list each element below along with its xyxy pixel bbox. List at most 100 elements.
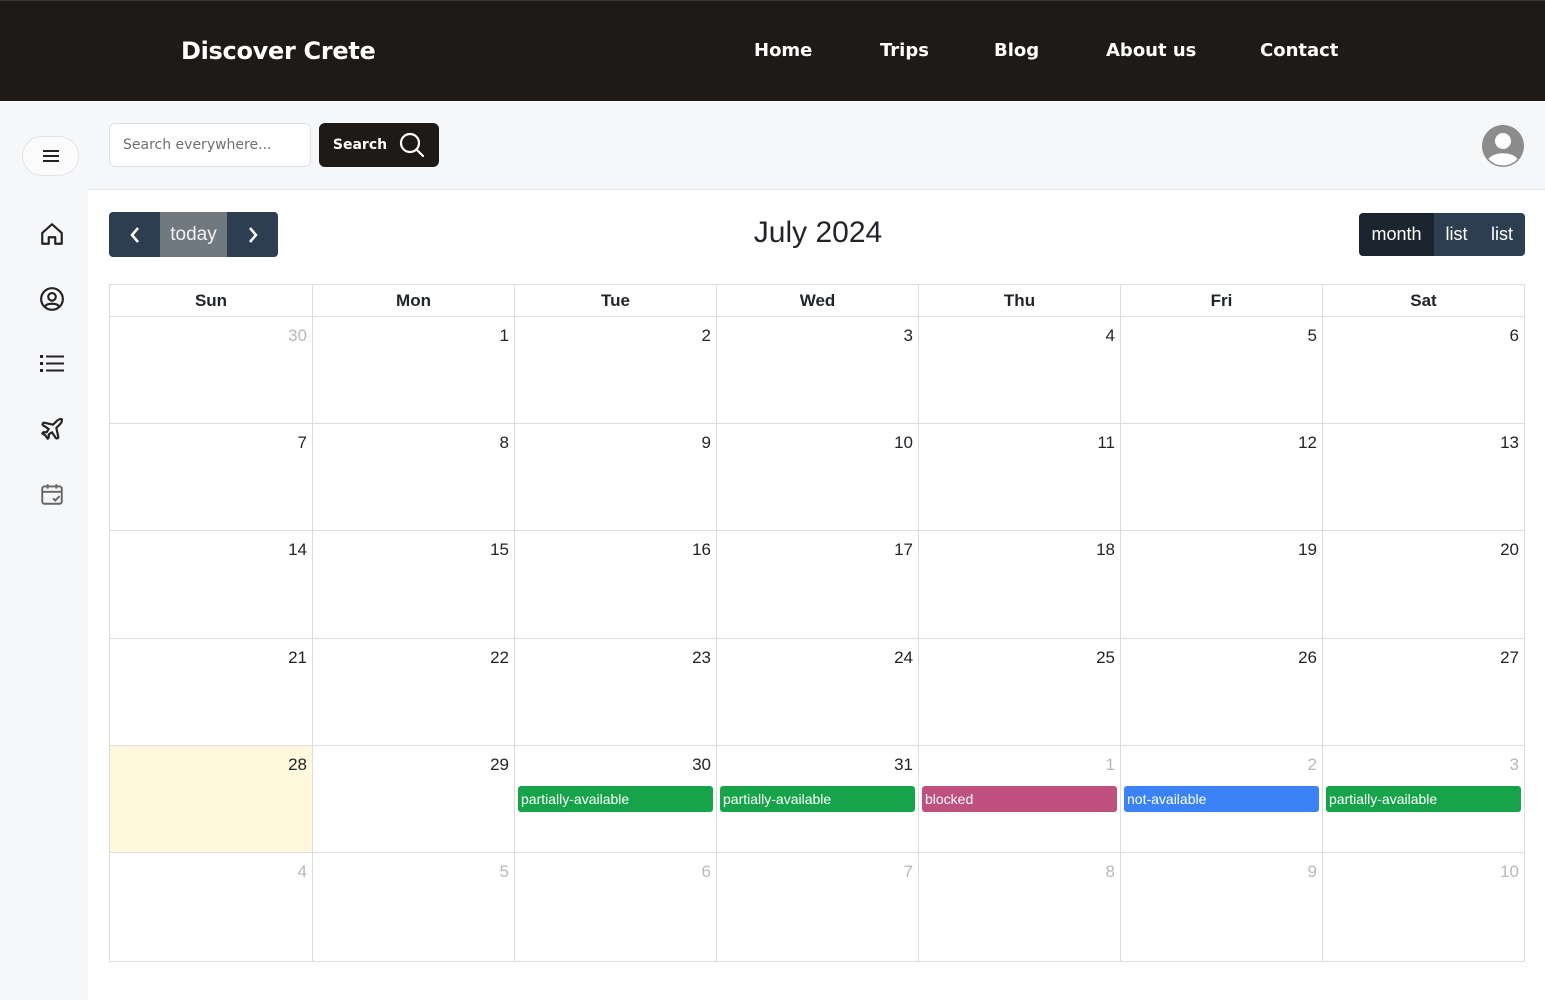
day-cell[interactable]: 13 <box>1323 424 1524 531</box>
day-cell[interactable]: 23 <box>515 639 717 746</box>
day-number[interactable]: 30 <box>288 326 307 346</box>
day-cell[interactable]: 6 <box>1323 317 1524 424</box>
nav-contact[interactable]: Contact <box>1260 40 1338 61</box>
day-cell[interactable]: 1 blocked <box>919 746 1121 853</box>
day-number[interactable]: 13 <box>1500 433 1519 453</box>
today-button[interactable]: today <box>160 212 227 257</box>
day-number[interactable]: 3 <box>1510 755 1519 775</box>
day-number[interactable]: 30 <box>692 755 711 775</box>
sidebar-item-home[interactable] <box>38 220 66 248</box>
day-number[interactable]: 2 <box>702 326 711 346</box>
day-cell[interactable]: 6 <box>515 853 717 961</box>
sidebar-item-list[interactable] <box>38 350 66 378</box>
day-cell[interactable]: 18 <box>919 531 1121 639</box>
day-cell[interactable]: 11 <box>919 424 1121 531</box>
day-cell[interactable]: 7 <box>717 853 919 961</box>
day-number[interactable]: 31 <box>894 755 913 775</box>
day-number[interactable]: 7 <box>298 433 307 453</box>
day-number[interactable]: 9 <box>1308 862 1317 882</box>
day-cell[interactable]: 31 partially-available <box>717 746 919 853</box>
prev-month-button[interactable] <box>109 212 160 257</box>
view-list-button[interactable]: list <box>1434 213 1479 256</box>
calendar-event[interactable]: partially-available <box>518 786 713 812</box>
day-number[interactable]: 9 <box>702 433 711 453</box>
day-cell[interactable]: 16 <box>515 531 717 639</box>
day-number[interactable]: 6 <box>1510 326 1519 346</box>
view-list-button-2[interactable]: list <box>1479 213 1525 256</box>
day-cell[interactable]: 19 <box>1121 531 1323 639</box>
day-cell[interactable]: 2 <box>515 317 717 424</box>
day-cell[interactable]: 10 <box>1323 853 1524 961</box>
sidebar-item-profile[interactable] <box>38 285 66 313</box>
day-cell[interactable]: 10 <box>717 424 919 531</box>
day-cell[interactable]: 22 <box>313 639 515 746</box>
day-cell[interactable]: 3 partially-available <box>1323 746 1524 853</box>
sidebar-item-trips[interactable] <box>38 415 66 443</box>
day-cell[interactable]: 15 <box>313 531 515 639</box>
day-number[interactable]: 4 <box>1106 326 1115 346</box>
day-number[interactable]: 5 <box>500 862 509 882</box>
day-cell[interactable]: 21 <box>110 639 313 746</box>
day-cell[interactable]: 20 <box>1323 531 1524 639</box>
nav-about-us[interactable]: About us <box>1106 40 1196 61</box>
day-number[interactable]: 6 <box>702 862 711 882</box>
nav-trips[interactable]: Trips <box>880 40 929 61</box>
day-number[interactable]: 10 <box>894 433 913 453</box>
day-cell[interactable]: 30 <box>110 317 313 424</box>
day-cell[interactable]: 27 <box>1323 639 1524 746</box>
day-number[interactable]: 10 <box>1500 862 1519 882</box>
day-cell[interactable]: 12 <box>1121 424 1323 531</box>
day-cell[interactable]: 9 <box>515 424 717 531</box>
search-input[interactable] <box>109 123 311 167</box>
calendar-event[interactable]: partially-available <box>1326 786 1521 812</box>
day-number[interactable]: 14 <box>288 540 307 560</box>
day-number[interactable]: 3 <box>904 326 913 346</box>
day-cell[interactable]: 30 partially-available <box>515 746 717 853</box>
day-cell[interactable]: 4 <box>110 853 313 961</box>
day-cell[interactable]: 29 <box>313 746 515 853</box>
day-number[interactable]: 22 <box>490 648 509 668</box>
day-cell[interactable]: 8 <box>313 424 515 531</box>
day-cell[interactable]: 25 <box>919 639 1121 746</box>
day-cell[interactable]: 1 <box>313 317 515 424</box>
day-number[interactable]: 25 <box>1096 648 1115 668</box>
day-cell[interactable]: 14 <box>110 531 313 639</box>
nav-blog[interactable]: Blog <box>994 40 1039 61</box>
day-cell[interactable]: 5 <box>313 853 515 961</box>
calendar-event[interactable]: blocked <box>922 786 1117 812</box>
day-cell-today[interactable]: 28 <box>110 746 313 853</box>
day-number[interactable]: 8 <box>500 433 509 453</box>
day-cell[interactable]: 8 <box>919 853 1121 961</box>
day-number[interactable]: 8 <box>1106 862 1115 882</box>
view-month-button[interactable]: month <box>1359 213 1434 256</box>
day-number[interactable]: 26 <box>1298 648 1317 668</box>
day-number[interactable]: 23 <box>692 648 711 668</box>
day-number[interactable]: 1 <box>1106 755 1115 775</box>
day-number[interactable]: 12 <box>1298 433 1317 453</box>
day-cell[interactable]: 2 not-available <box>1121 746 1323 853</box>
day-number[interactable]: 19 <box>1298 540 1317 560</box>
sidebar-item-calendar[interactable] <box>38 480 66 508</box>
calendar-event[interactable]: not-available <box>1124 786 1319 812</box>
day-number[interactable]: 16 <box>692 540 711 560</box>
day-cell[interactable]: 4 <box>919 317 1121 424</box>
day-number[interactable]: 24 <box>894 648 913 668</box>
next-month-button[interactable] <box>227 212 278 257</box>
day-number[interactable]: 2 <box>1308 755 1317 775</box>
day-number[interactable]: 20 <box>1500 540 1519 560</box>
day-number[interactable]: 1 <box>500 326 509 346</box>
day-number[interactable]: 15 <box>490 540 509 560</box>
day-number[interactable]: 11 <box>1097 433 1115 453</box>
sidebar-toggle-button[interactable] <box>22 136 79 176</box>
day-number[interactable]: 29 <box>490 755 509 775</box>
day-number[interactable]: 27 <box>1500 648 1519 668</box>
day-cell[interactable]: 17 <box>717 531 919 639</box>
day-number[interactable]: 28 <box>288 755 307 775</box>
calendar-event[interactable]: partially-available <box>720 786 915 812</box>
day-number[interactable]: 17 <box>894 540 913 560</box>
nav-home[interactable]: Home <box>754 40 812 61</box>
day-number[interactable]: 18 <box>1096 540 1115 560</box>
search-button[interactable]: Search <box>319 123 439 167</box>
day-cell[interactable]: 9 <box>1121 853 1323 961</box>
day-number[interactable]: 5 <box>1308 326 1317 346</box>
